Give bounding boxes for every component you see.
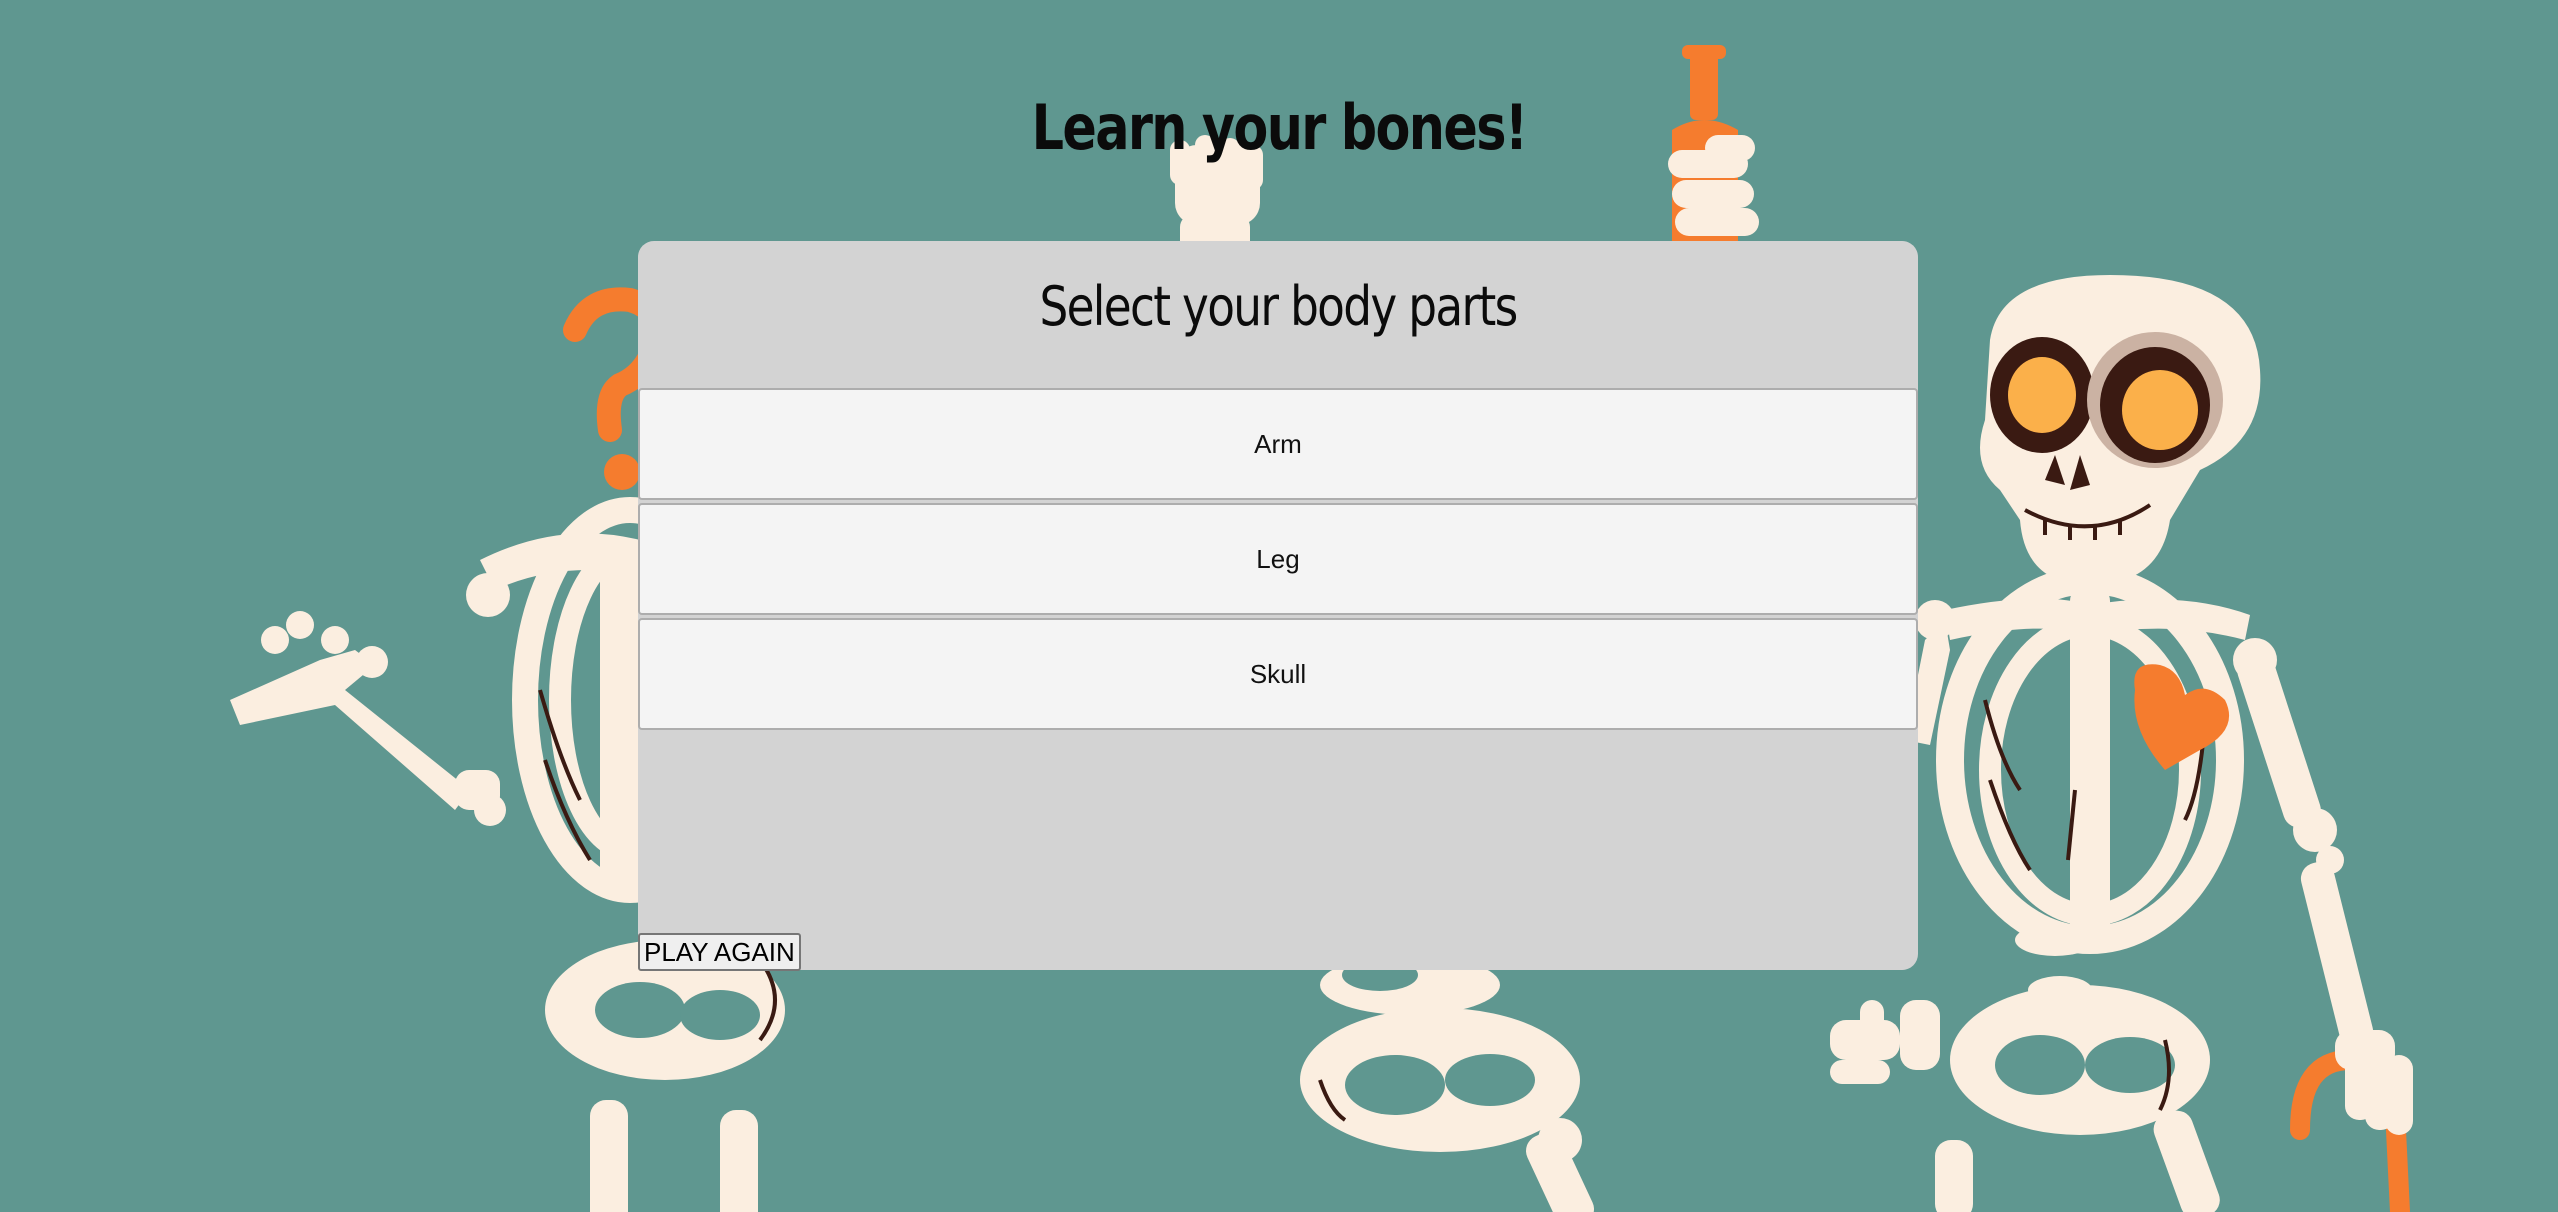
option-arm-button[interactable]: Arm bbox=[638, 388, 1918, 500]
body-part-options: Arm Leg Skull bbox=[638, 388, 1918, 733]
option-skull-button[interactable]: Skull bbox=[638, 618, 1918, 730]
option-leg-button[interactable]: Leg bbox=[638, 503, 1918, 615]
panel-title: Select your body parts bbox=[1039, 275, 1518, 338]
quiz-panel: Select your body parts Arm Leg Skull PLA… bbox=[638, 241, 1918, 971]
play-again-button[interactable]: PLAY AGAIN bbox=[638, 933, 801, 971]
page-title: Learn your bones! bbox=[1031, 90, 1528, 164]
